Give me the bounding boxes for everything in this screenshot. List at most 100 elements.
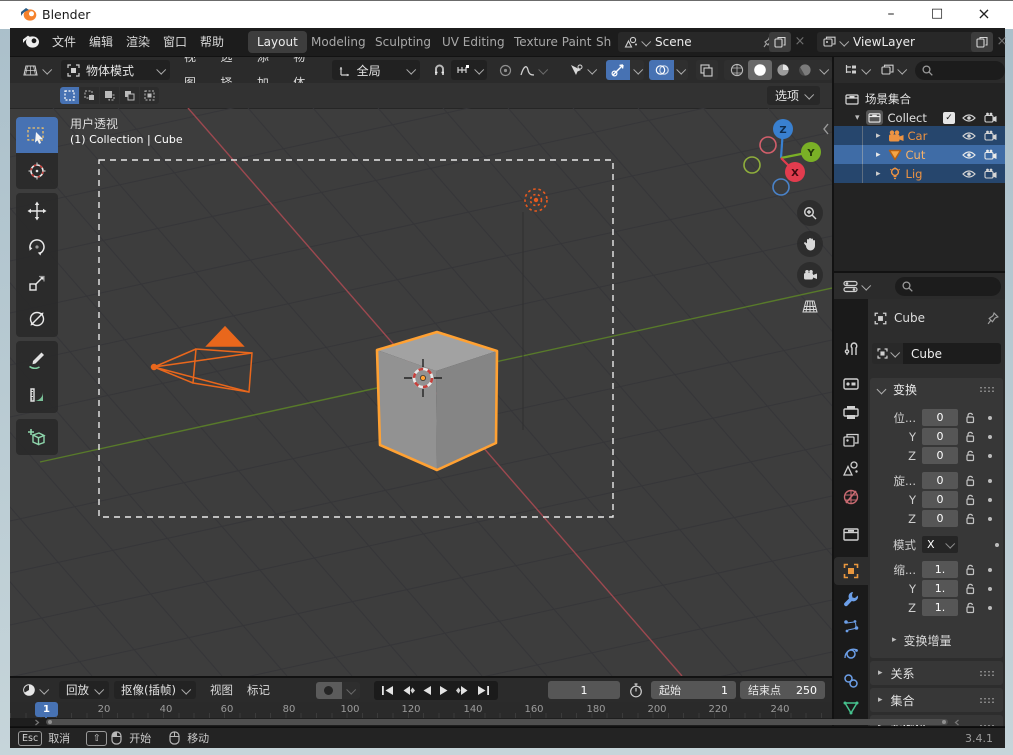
viewport-canvas[interactable] [10,108,832,676]
maximize-button[interactable]: □ [914,1,960,29]
auto-key-dropdown[interactable] [341,681,360,699]
jump-to-end-button[interactable] [477,685,490,696]
orientation-dropdown[interactable]: 全局 [331,60,421,80]
frame-end-field[interactable]: 结束点 250 [739,681,825,699]
pan-button[interactable] [797,231,823,257]
disable-render-icon[interactable] [984,130,997,141]
viewport-3d[interactable]: 物体模式 视图 选择 添加 物体 全局 [10,57,832,676]
auto-key-button[interactable] [315,681,342,699]
shading-rendered-button[interactable] [794,63,816,77]
outliner-row-cube[interactable]: ▸ Cut [834,145,1005,164]
scene-unlink-button[interactable]: × [792,32,808,52]
jump-to-start-button[interactable] [381,685,394,696]
select-mode-new-button[interactable] [60,87,79,104]
keying-dropdown[interactable]: 抠像(插帧) [114,681,196,699]
tool-annotate[interactable] [16,341,58,377]
rotation-z-field[interactable]: 0 [922,510,958,527]
gizmos-dropdown[interactable] [630,60,645,80]
outliner-editor-type-button[interactable] [840,61,873,80]
overlays-dropdown[interactable] [673,60,688,80]
timeline-editor-type-button[interactable] [18,681,51,699]
menu-window[interactable]: 窗口 [163,28,187,56]
scene-selector[interactable]: Scene [618,32,780,52]
mode-dropdown[interactable]: 物体模式 [61,60,171,80]
editor-type-button[interactable] [18,60,55,80]
tab-output[interactable] [843,405,859,420]
tool-rotate[interactable] [16,229,58,265]
tab-tool[interactable] [843,341,859,357]
zoom-button[interactable] [797,200,823,226]
tab-view-layer[interactable] [843,433,859,447]
menu-edit[interactable]: 编辑 [89,28,113,56]
tab-object[interactable] [843,563,859,579]
playhead[interactable]: 1 [35,702,58,717]
workspace-tab-shading[interactable]: Sh [587,31,620,53]
animate-dot[interactable] [988,415,992,420]
pin-icon[interactable] [987,311,999,325]
panel-grip[interactable] [979,669,995,677]
unlock-icon[interactable] [965,494,976,506]
camera-view-button[interactable] [797,262,823,288]
animate-dot[interactable] [988,567,992,572]
hide-eye-icon[interactable] [962,150,976,160]
tab-particles[interactable] [843,619,859,634]
rotation-mode-dropdown[interactable]: X [922,536,958,553]
timeline-ruler[interactable]: 20 40 60 80 100 120 140 160 180 200 220 … [10,702,832,719]
collections-panel[interactable]: ▸ 集合 [870,688,1003,712]
viewlayer-selector[interactable]: ViewLayer [817,32,981,52]
select-mode-extend-button[interactable] [80,87,99,104]
properties-editor-type-button[interactable] [839,277,873,296]
proportional-edit-button[interactable] [495,60,516,80]
scene-collection-row[interactable]: 场景集合 [834,89,1005,108]
scale-x-field[interactable]: 1. [922,561,958,578]
unlock-icon[interactable] [965,412,976,424]
unlock-icon[interactable] [965,583,976,595]
unlock-icon[interactable] [965,450,976,462]
outliner-row-camera[interactable]: ▸ Car [834,126,1005,145]
tool-cursor[interactable] [16,153,58,189]
hide-eye-icon[interactable] [962,113,976,123]
rotation-x-field[interactable]: 0 [922,472,958,489]
frame-start-field[interactable]: 起始 1 [650,681,736,699]
overlays-toggle[interactable] [649,60,674,80]
disable-render-icon[interactable] [984,149,997,160]
scale-z-field[interactable]: 1. [922,599,958,616]
menu-render[interactable]: 渲染 [126,28,150,56]
properties-search-input[interactable] [895,276,1001,296]
snap-toggle-button[interactable] [428,60,451,80]
tool-select-box[interactable] [16,117,58,153]
tab-physics[interactable] [843,646,859,662]
current-frame-field[interactable]: 1 [547,681,620,699]
collapse-arrow-icon[interactable]: ▸ [876,131,881,141]
select-mode-invert-button[interactable] [120,87,139,104]
scene-new-button[interactable] [769,32,791,52]
unlock-icon[interactable] [965,513,976,525]
location-z-field[interactable]: 0 [922,447,958,464]
animate-dot[interactable] [988,453,992,458]
location-y-field[interactable]: 0 [922,428,958,445]
relations-panel[interactable]: ▸ 关系 [870,661,1003,685]
blender-menu-icon[interactable] [22,35,40,49]
panel-grip[interactable] [979,723,995,726]
tool-measure[interactable] [16,377,58,413]
tab-world[interactable] [843,489,859,505]
scroll-right-icon[interactable] [954,719,960,726]
viewlayer-new-button[interactable] [971,32,993,52]
ortho-toggle-button[interactable] [797,293,823,319]
workspace-tab-uv-editing[interactable]: UV Editing [433,31,514,53]
visibility-dropdown[interactable] [564,60,600,80]
tool-add-cube[interactable] [16,419,58,455]
workspace-tab-layout[interactable]: Layout [248,31,307,53]
gizmos-toggle[interactable] [606,60,631,80]
outliner-display-mode-button[interactable] [877,61,909,80]
hide-eye-icon[interactable] [962,131,976,141]
menu-help[interactable]: 帮助 [200,28,224,56]
transform-panel-header[interactable]: 变换 [870,378,1003,400]
timeline-menu-view[interactable]: 视图 [210,678,233,702]
animate-dot[interactable] [988,434,992,439]
workspace-tab-modeling[interactable]: Modeling [302,31,375,53]
animate-dot[interactable] [988,497,992,502]
collection-checkbox[interactable]: ✓ [943,111,955,124]
select-mode-intersect-button[interactable] [140,87,159,104]
object-type-dropdown[interactable] [872,343,903,364]
